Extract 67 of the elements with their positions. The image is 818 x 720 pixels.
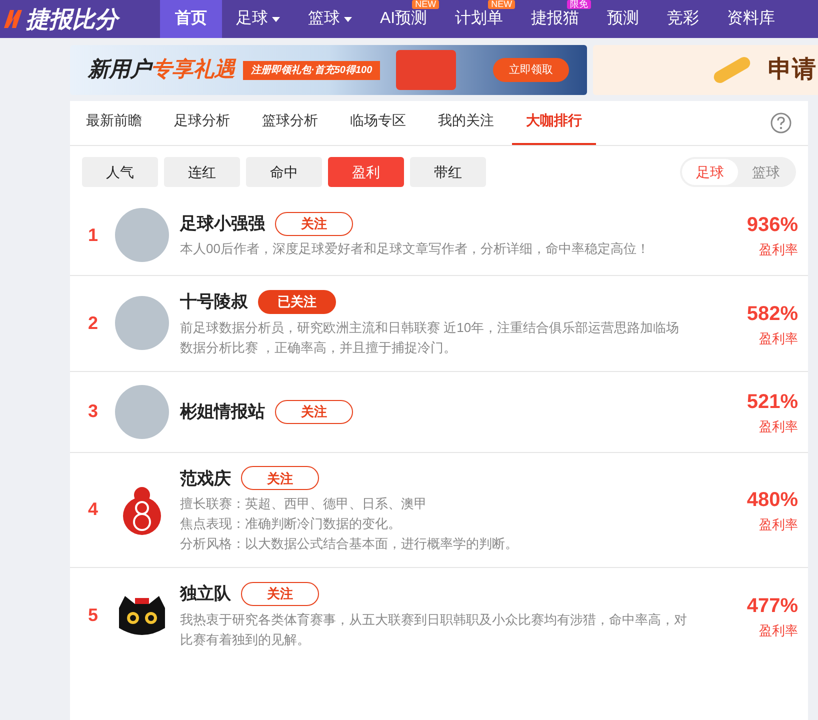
logo-text[interactable]: 捷报比分: [26, 2, 118, 36]
gift-box-drawing: [396, 50, 456, 90]
tab[interactable]: 最新前瞻: [86, 110, 142, 145]
expert-description: 前足球数据分析员，研究欧洲主流和日韩联赛 近10年，注重结合俱乐部运营思路加临场数据分析比赛 ，正确率高，并且擅于捕捉冷门。: [180, 318, 680, 356]
profit-rate-label: 盈利率: [759, 241, 798, 260]
tab[interactable]: 篮球分析: [262, 110, 318, 145]
profit-rate-label: 盈利率: [759, 418, 798, 436]
nav-item[interactable]: 篮球: [294, 10, 366, 28]
profit-rate-label: 盈利率: [759, 330, 798, 348]
profit-rate-label: 盈利率: [759, 622, 798, 640]
tab[interactable]: 大咖排行: [512, 110, 596, 145]
rank-number: 1: [88, 224, 100, 246]
profit-rate: 477%: [746, 594, 798, 618]
profit-rate: 582%: [746, 302, 798, 326]
nav-item[interactable]: 首页: [160, 0, 222, 38]
help-icon[interactable]: [770, 112, 792, 134]
rank-number: 4: [88, 498, 100, 522]
follow-button[interactable]: 关注: [275, 212, 353, 236]
nav-item[interactable]: 捷报猫: [517, 10, 594, 28]
filter-button[interactable]: 连红: [164, 157, 240, 187]
expert-description: 分析风格：以大数据公式结合基本面，进行概率学的判断。: [180, 535, 519, 553]
nav-item[interactable]: 竞彩: [653, 10, 714, 28]
caret-icon: [272, 16, 280, 22]
filter-button[interactable]: 命中: [246, 157, 322, 187]
nav-item[interactable]: 足球: [222, 10, 294, 28]
nav-item[interactable]: 预测: [593, 10, 654, 28]
filter-button[interactable]: 人气: [82, 157, 158, 187]
profit-rate: 936%: [746, 213, 798, 238]
expert-description: 焦点表现：准确判断冷门数据的变化。: [180, 515, 402, 533]
banner-title: 新用户专享礼遇: [88, 56, 235, 84]
nav-item[interactable]: 资料库: [713, 10, 790, 28]
expert-name[interactable]: 范戏庆: [180, 466, 231, 491]
profit-rate-label: 盈利率: [759, 516, 798, 534]
nav-item[interactable]: 计划单: [441, 10, 518, 28]
expert-name[interactable]: 独立队: [180, 581, 231, 606]
follow-button[interactable]: 关注: [275, 400, 353, 424]
caret-icon: [344, 16, 352, 22]
tab[interactable]: 我的关注: [438, 110, 494, 145]
follow-button[interactable]: 关注: [241, 582, 319, 606]
expert-description: 我热衷于研究各类体育赛事，从五大联赛到日职韩职及小众比赛均有涉猎，命中率高，对比赛有着独到的见解。: [180, 610, 688, 648]
side-banner-title: 申请: [768, 55, 816, 85]
logo-icon: [2, 8, 24, 30]
side-banner[interactable]: 申请: [593, 45, 818, 95]
sport-toggle-option[interactable]: 足球: [682, 159, 738, 185]
expert-description: 擅长联赛：英超、西甲、德甲、日系、澳甲: [180, 495, 428, 513]
tab[interactable]: 足球分析: [174, 110, 230, 145]
expert-name[interactable]: 足球小强强: [180, 210, 265, 236]
follow-button[interactable]: 关注: [241, 466, 319, 490]
claim-button[interactable]: 立即领取: [493, 58, 569, 82]
rank-number: 2: [88, 312, 100, 335]
expert-description: 本人00后作者，深度足球爱好者和足球文章写作者，分析详细，命中率稳定高位！: [180, 240, 650, 258]
filter-button[interactable]: 盈利: [328, 157, 404, 187]
nav-badge: NEW: [488, 0, 516, 9]
nav-badge: NEW: [412, 0, 440, 9]
filter-button[interactable]: 带红: [410, 157, 486, 187]
rank-number: 3: [88, 400, 100, 423]
profit-rate: 480%: [746, 488, 798, 513]
expert-name[interactable]: 彬姐情报站: [180, 398, 265, 424]
nav-item[interactable]: AI预测: [366, 10, 442, 28]
banner-offer: 注册即领礼包·首充50得100: [243, 60, 380, 80]
nav-badge: 限免: [567, 0, 592, 9]
rank-number: 5: [88, 604, 100, 627]
promo-banner[interactable]: 新用户专享礼遇 注册即领礼包·首充50得100 立即领取: [70, 45, 587, 95]
tab[interactable]: 临场专区: [350, 110, 406, 145]
expert-name[interactable]: 十号陵叔: [180, 289, 248, 314]
profit-rate: 521%: [746, 390, 798, 415]
follow-button[interactable]: 已关注: [258, 290, 336, 314]
